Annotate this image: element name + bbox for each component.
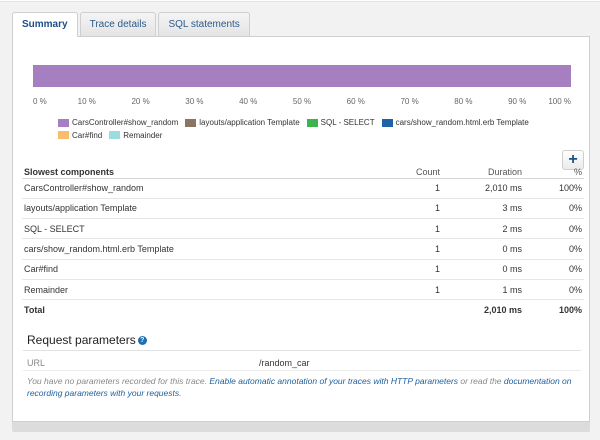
axis-tick-label: 10 % [77,97,96,106]
total-count [352,300,442,320]
request-parameters-title: Request parameters [27,333,136,347]
total-label: Total [24,305,45,316]
row-duration: 0 ms [442,259,524,280]
enable-annotation-link[interactable]: Enable automatic annotation of your trac… [209,376,458,386]
legend-label: SQL - SELECT [320,118,375,127]
top-border [0,0,600,2]
row-duration: 2,010 ms [442,178,524,199]
table-row: Car#find 1 0 ms 0% [22,259,584,280]
legend-swatch [109,131,121,139]
total-percent: 100% [558,305,582,316]
row-count: 1 [352,238,442,260]
header-slowest-components: Slowest components [22,166,352,179]
chart-legend: CarsController#show_random layouts/applic… [58,117,578,142]
legend-swatch [185,118,197,127]
row-name: cars/show_random.html.erb Template [22,238,352,260]
param-divider [23,370,581,371]
row-count: 1 [352,198,442,220]
row-count: 1 [352,259,442,280]
table-row: cars/show_random.html.erb Template 1 0 m… [22,238,584,260]
legend-label: Remainder [123,130,163,140]
legend-label: Car#find [72,130,103,140]
header-duration: Duration [442,166,524,179]
legend-label: cars/show_random.html.erb Template [395,118,529,127]
total-duration: 2,010 ms [483,305,522,316]
panel-bottom-bar [12,422,590,432]
axis-tick-label: 20 % [131,97,150,106]
axis-tick-label: 50 % [292,97,312,106]
axis-tick-label: 70 % [400,97,419,106]
row-percent: 0% [524,198,584,220]
row-duration: 1 ms [442,279,524,301]
slowest-components-table: Slowest components Count Duration % Cars… [22,166,584,320]
header-percent: % [524,166,584,179]
axis-tick-label: 40 % [239,97,258,106]
axis-tick-label: 30 % [185,97,204,106]
row-duration: 3 ms [442,198,524,220]
axis-tick-label: 80 % [454,97,473,106]
param-value: /random_car [259,358,310,368]
row-duration: 2 ms [442,218,524,240]
request-parameters-heading: Request parameters ? [27,333,147,347]
row-name: CarsController#show_random [22,178,352,199]
stacked-bar-chart [33,65,571,87]
table-row: Remainder 1 1 ms 0% [22,279,584,301]
row-count: 1 [352,178,442,199]
note-text-middle: or read the [458,376,504,386]
param-row-url: URL /random_car [27,358,577,368]
legend-item: cars/show_random.html.erb Template [381,117,529,128]
row-percent: 0% [524,218,584,240]
row-duration: 0 ms [442,238,524,260]
row-name: SQL - SELECT [22,218,352,240]
table-row: layouts/application Template 1 3 ms 0% [22,198,584,220]
axis-tick-label: 100 % [548,97,571,106]
row-name: layouts/application Template [22,198,352,220]
note-text-end: . [179,388,182,398]
axis-tick-label: 0 % [33,97,47,106]
legend-swatch [381,118,393,127]
tab-sql-statements[interactable]: SQL statements [158,12,250,36]
row-percent: 100% [524,178,584,199]
axis-tick-label: 90 % [508,97,527,106]
legend-label: CarsController#show_random [72,118,179,127]
tab-bar: Summary Trace details SQL statements [12,12,252,37]
axis-tick-label: 60 % [346,97,365,106]
row-name: Car#find [22,259,352,280]
summary-panel: 0 % 10 % 20 % 30 % 40 % 50 % 60 % 70 % 80 % 90 % 1… [12,36,590,422]
section-divider [23,350,581,351]
help-icon[interactable]: ? [137,335,147,345]
row-count: 1 [352,279,442,301]
row-percent: 0% [524,259,584,280]
row-name: Remainder [22,279,352,301]
legend-item: Remainder [109,130,162,141]
parameters-note: You have no parameters recorded for this… [27,375,577,399]
legend-swatch [58,118,69,127]
param-label: URL [27,358,46,368]
row-percent: 0% [524,279,584,301]
header-count: Count [352,166,442,179]
tab-summary[interactable]: Summary [12,12,78,37]
row-count: 1 [352,218,442,240]
table-row: SQL - SELECT 1 2 ms 0% [22,218,584,240]
table-row: CarsController#show_random 1 2,010 ms 10… [22,178,584,199]
tab-trace-details[interactable]: Trace details [79,12,157,36]
legend-item: Car#find [58,130,102,141]
legend-swatch [58,131,69,139]
legend-item: CarsController#show_random [58,117,178,128]
note-text-start: You have no parameters recorded for this… [27,376,210,386]
table-header-row: Slowest components Count Duration % [22,166,584,179]
legend-swatch [306,118,318,127]
legend-item: SQL - SELECT [306,117,375,128]
row-percent: 0% [524,238,584,260]
legend-item: layouts/application Template [185,117,300,128]
bar-segment-0 [33,65,571,87]
legend-label: layouts/application Template [199,118,300,127]
chart-axis: 0 % 10 % 20 % 30 % 40 % 50 % 60 % 70 % 80 % 90 % 1… [33,97,571,109]
table-total-row: Total 2,010 ms 100% [22,300,584,320]
